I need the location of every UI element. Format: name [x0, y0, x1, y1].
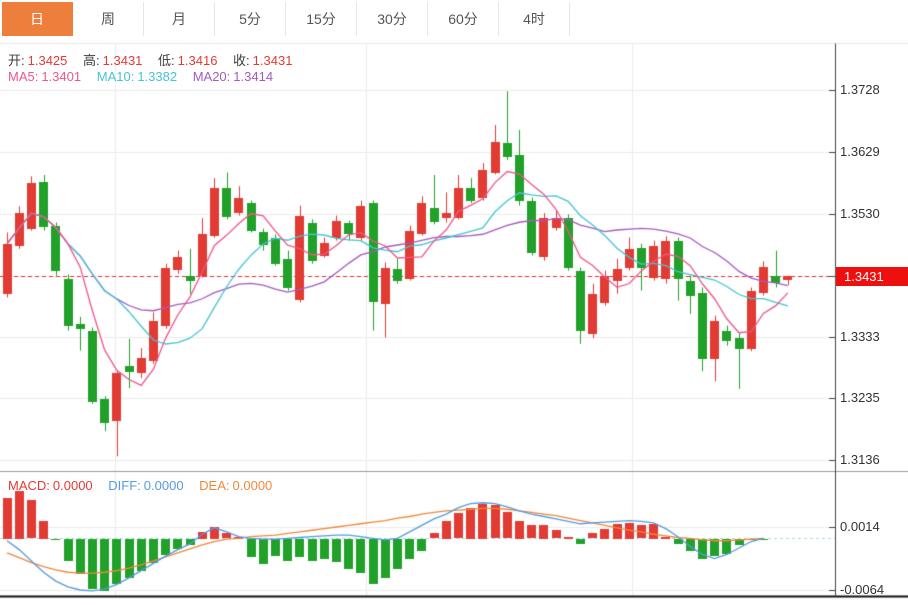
diff-value: 0.0000	[144, 478, 184, 493]
candlestick-macd-chart-canvas[interactable]	[0, 0, 908, 605]
macd-axis-label: 0.0014	[840, 519, 906, 535]
current-price-tag: 1.3431	[836, 267, 908, 286]
dea-label: DEA:	[199, 478, 229, 493]
ma-legend: MA5:1.3401 MA10:1.3382 MA20:1.3414	[8, 69, 285, 84]
ma10-label: MA10:	[97, 69, 135, 84]
tab-月[interactable]: 月	[144, 2, 215, 36]
tab-15分[interactable]: 15分	[286, 2, 357, 36]
timeframe-tab-bar: 日周月5分15分30分60分4时	[0, 0, 908, 38]
trading-chart-app: 日周月5分15分30分60分4时 开:1.3425 高:1.3431 低:1.3…	[0, 0, 908, 605]
low-label: 低:	[158, 53, 175, 68]
macd-value: 0.0000	[53, 478, 93, 493]
ma20-value: 1.3414	[233, 69, 273, 84]
diff-label: DIFF:	[108, 478, 141, 493]
ma10-value: 1.3382	[137, 69, 177, 84]
price-axis-label: 1.3333	[840, 329, 906, 345]
tab-4时[interactable]: 4时	[499, 2, 570, 36]
price-axis-label: 1.3629	[840, 144, 906, 160]
price-axis-label: 1.3136	[840, 452, 906, 468]
close-label: 收:	[233, 53, 250, 68]
macd-label: MACD:	[8, 478, 50, 493]
tab-周[interactable]: 周	[73, 2, 144, 36]
tab-60分[interactable]: 60分	[428, 2, 499, 36]
macd-legend: MACD:0.0000 DIFF:0.0000 DEA:0.0000	[8, 478, 284, 493]
tab-30分[interactable]: 30分	[357, 2, 428, 36]
open-value: 1.3425	[28, 53, 68, 68]
high-value: 1.3431	[103, 53, 143, 68]
close-value: 1.3431	[253, 53, 293, 68]
tab-5分[interactable]: 5分	[215, 2, 286, 36]
price-axis-label: 1.3728	[840, 82, 906, 98]
price-axis-label: 1.3530	[840, 206, 906, 222]
ohlc-legend: 开:1.3425 高:1.3431 低:1.3416 收:1.3431	[8, 50, 304, 69]
price-axis-label: 1.3235	[840, 390, 906, 406]
ma5-value: 1.3401	[41, 69, 81, 84]
tab-日[interactable]: 日	[2, 2, 73, 36]
ma5-label: MA5:	[8, 69, 38, 84]
low-value: 1.3416	[178, 53, 218, 68]
high-label: 高:	[83, 53, 100, 68]
ma20-label: MA20:	[193, 69, 231, 84]
dea-value: 0.0000	[233, 478, 273, 493]
open-label: 开:	[8, 53, 25, 68]
macd-axis-label: -0.0064	[840, 582, 906, 598]
